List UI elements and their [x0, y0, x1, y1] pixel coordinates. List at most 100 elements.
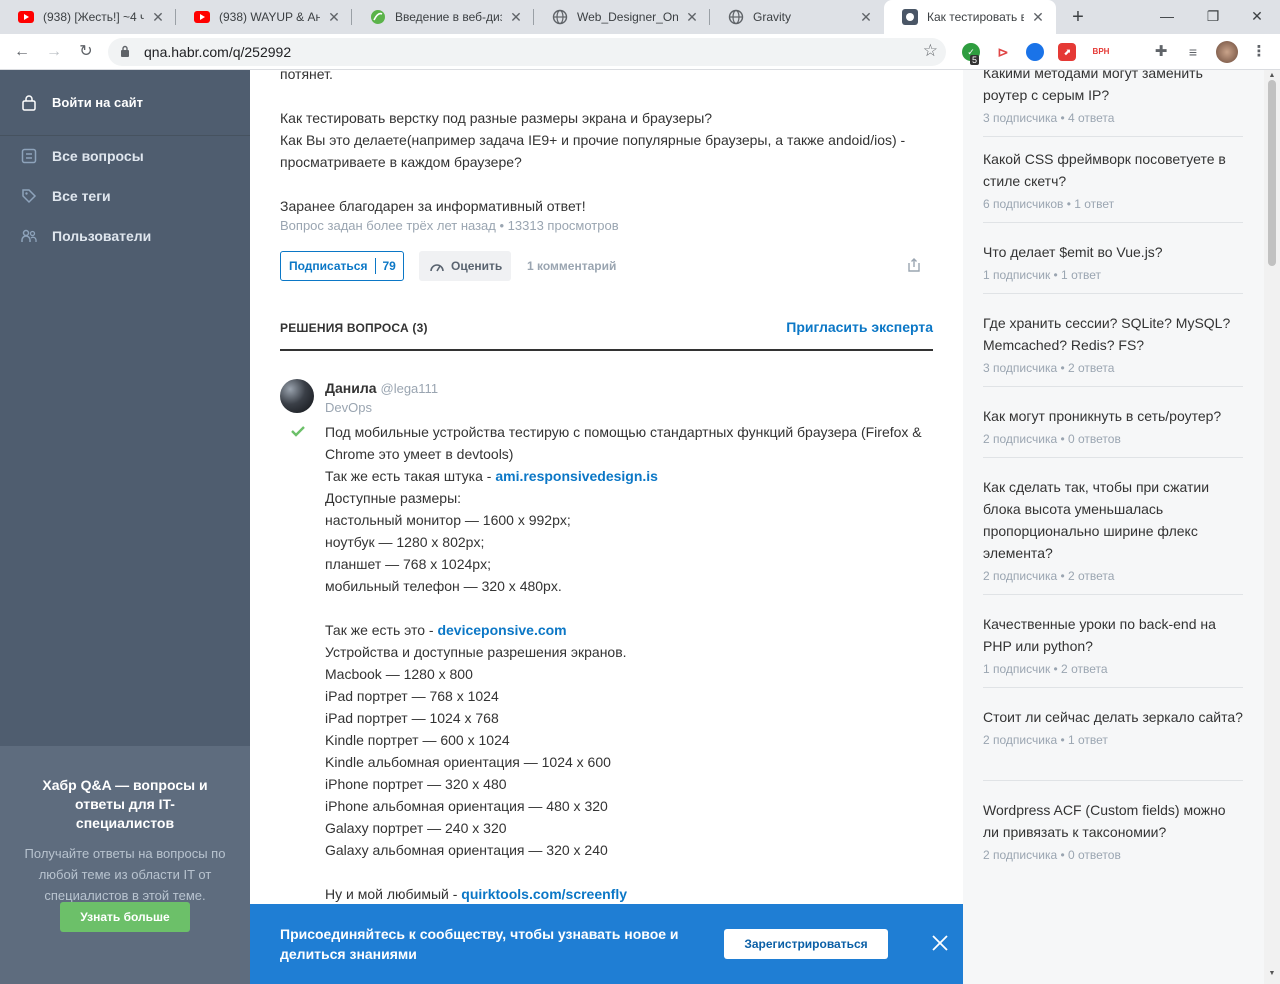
author-nick[interactable]: @lega111	[381, 381, 439, 396]
view-count: 13313 просмотров	[507, 218, 619, 233]
lock-icon	[120, 45, 132, 60]
learn-more-button[interactable]: Узнать больше	[60, 902, 190, 932]
tab-youtube-2[interactable]: (938) WAYUP & Анд ✕	[176, 0, 352, 34]
answer-line-text: планшет — 768 x 1024px;	[325, 556, 491, 572]
author-name[interactable]: Данила	[325, 380, 377, 396]
close-tab-icon[interactable]: ✕	[326, 9, 342, 26]
new-tab-button[interactable]: +	[1066, 6, 1090, 28]
scroll-up-icon[interactable]: ▲	[1268, 72, 1276, 79]
question-text-line: Как Вы это делаете(например задача IE9+ …	[280, 132, 906, 148]
close-tab-icon[interactable]: ✕	[684, 9, 700, 26]
minimize-icon[interactable]: —	[1144, 0, 1190, 34]
answer-line: Так же есть такая штука - ami.responsive…	[325, 465, 945, 487]
tab-web-designer[interactable]: Web_Designer_On_M ✕	[534, 0, 710, 34]
tab-webdesign[interactable]: Введение в веб-диз ✕	[352, 0, 534, 34]
reading-list-icon[interactable]: ≡	[1184, 43, 1202, 61]
author-line: Данила @lega111	[325, 380, 438, 396]
sidebar-item-tags[interactable]: Все теги	[0, 176, 250, 216]
related-question-title[interactable]: Какой CSS фреймворк посоветуете в стиле …	[983, 148, 1243, 192]
related-question[interactable]: Где хранить сессии? SQLite? MySQL? Memca…	[983, 312, 1243, 375]
cast-extension-icon[interactable]: ⊳	[994, 43, 1012, 61]
related-question-title[interactable]: Wordpress ACF (Custom fields) можно ли п…	[983, 799, 1243, 843]
url-text: qna.habr.com/q/252992	[144, 44, 292, 60]
page-scrollbar[interactable]: ▲ ▼	[1264, 70, 1280, 984]
related-question[interactable]: Стоит ли сейчас делать зеркало сайта? 2 п…	[983, 706, 1243, 747]
related-question[interactable]: Какой CSS фреймворк посоветуете в стиле …	[983, 148, 1243, 211]
red-extension-icon[interactable]: ⬈	[1058, 43, 1076, 61]
related-question-title[interactable]: Как могут проникнуть в сеть/роутер?	[983, 405, 1243, 427]
tab-gravity[interactable]: Gravity ✕	[710, 0, 884, 34]
answer-line-text: Galaxy альбомная ориентация — 320 x 240	[325, 842, 608, 858]
answer-line-text: настольный монитор — 1600 x 992px;	[325, 512, 571, 528]
answer-link[interactable]: deviceponsive.com	[437, 622, 566, 638]
close-tab-icon[interactable]: ✕	[858, 9, 874, 26]
forward-icon[interactable]: →	[42, 40, 66, 64]
related-question-title[interactable]: Где хранить сессии? SQLite? MySQL? Memca…	[983, 312, 1243, 356]
restore-icon[interactable]: ❐	[1190, 0, 1236, 34]
answer-link[interactable]: quirktools.com/screenfly	[461, 886, 627, 902]
sidebar-item-label: Пользователи	[52, 228, 152, 244]
answer-line-text: Chrome это умеет в devtools)	[325, 446, 514, 462]
rate-button[interactable]: Оценить	[419, 251, 511, 281]
close-tab-icon[interactable]: ✕	[150, 9, 166, 26]
tag-icon	[20, 187, 38, 205]
answer-line: ноутбук — 1280 x 802px;	[325, 531, 945, 553]
answer-line-text: мобильный телефон — 320 x 480px.	[325, 578, 562, 594]
menu-kebab-icon[interactable]: ⋮	[1250, 43, 1268, 61]
vpn-extension-icon[interactable]: ВРН	[1088, 43, 1114, 61]
tab-title: Введение в веб-диз	[395, 10, 502, 24]
related-question-title[interactable]: Как сделать так, чтобы при сжатии блока …	[983, 476, 1243, 564]
related-question[interactable]: Как могут проникнуть в сеть/роутер? 2 под…	[983, 405, 1243, 446]
answer-line: Устройства и доступные разрешения экрано…	[325, 641, 945, 663]
globe-icon	[552, 9, 568, 25]
solutions-heading: РЕШЕНИЯ ВОПРОСА (3)	[280, 321, 428, 335]
sidebar-item-label: Все вопросы	[52, 148, 144, 164]
close-icon[interactable]	[931, 934, 949, 952]
close-tab-icon[interactable]: ✕	[508, 9, 524, 26]
related-question[interactable]: Что делает $emit во Vue.js? 1 подписчик •…	[983, 241, 1243, 282]
tab-youtube-1[interactable]: (938) [Жесть!] ~4 ча ✕	[0, 0, 176, 34]
tab-active-habr[interactable]: Как тестировать вер ✕	[884, 0, 1056, 34]
habr-icon	[902, 9, 918, 25]
answer-line: Macbook — 1280 x 800	[325, 663, 945, 685]
reload-icon[interactable]: ↻	[74, 40, 98, 64]
tab-title: Web_Designer_On_M	[577, 10, 678, 24]
related-question[interactable]: Какими методами могут заменить роутер с …	[983, 70, 1243, 125]
scrollbar-thumb[interactable]	[1268, 80, 1276, 266]
login-link[interactable]: Войти на сайт	[0, 70, 250, 136]
related-question-title[interactable]: Какими методами могут заменить роутер с …	[983, 70, 1243, 106]
puzzle-extensions-icon[interactable]: ✚	[1152, 43, 1170, 61]
blue-circle-extension-icon[interactable]	[1026, 43, 1044, 61]
sidebar-item-users[interactable]: Пользователи	[0, 216, 250, 256]
subscribe-button[interactable]: Подписаться 79	[280, 251, 404, 281]
comments-link[interactable]: 1 комментарий	[527, 259, 616, 273]
share-icon[interactable]	[906, 257, 922, 273]
rate-label: Оценить	[451, 259, 503, 273]
promo-title: Хабр Q&A — вопросы и ответы для IT-специ…	[42, 777, 208, 831]
close-tab-icon[interactable]: ✕	[1030, 9, 1046, 26]
sidebar-item-label: Все теги	[52, 188, 111, 204]
related-question-title[interactable]: Стоит ли сейчас делать зеркало сайта?	[983, 706, 1243, 728]
answer-link[interactable]: ami.responsivedesign.is	[495, 468, 658, 484]
address-bar[interactable]: qna.habr.com/q/252992 ☆	[108, 38, 946, 66]
close-window-icon[interactable]: ✕	[1234, 0, 1280, 34]
related-question[interactable]: Как сделать так, чтобы при сжатии блока …	[983, 476, 1243, 583]
related-question[interactable]: Качественные уроки по back-end на PHP ил…	[983, 613, 1243, 676]
back-icon[interactable]: ←	[10, 40, 34, 64]
sidebar-item-questions[interactable]: Все вопросы	[0, 136, 250, 176]
related-question[interactable]: Wordpress ACF (Custom fields) можно ли п…	[983, 799, 1243, 862]
leaf-icon	[370, 9, 386, 25]
answer-line: iPad портрет — 768 x 1024	[325, 685, 945, 707]
answer-line: Galaxy портрет — 240 x 320	[325, 817, 945, 839]
answer-line: мобильный телефон — 320 x 480px.	[325, 575, 945, 597]
related-question-title[interactable]: Качественные уроки по back-end на PHP ил…	[983, 613, 1243, 657]
scroll-down-icon[interactable]: ▼	[1268, 970, 1276, 977]
invite-expert-link[interactable]: Пригласить эксперта	[786, 319, 933, 335]
divider	[983, 687, 1243, 688]
profile-avatar[interactable]	[1216, 41, 1238, 63]
related-question-title[interactable]: Что делает $emit во Vue.js?	[983, 241, 1243, 263]
question-text-line: потянет.	[280, 70, 333, 82]
register-button[interactable]: Зарегистрироваться	[724, 929, 888, 959]
bookmark-star-icon[interactable]: ☆	[923, 41, 938, 61]
author-avatar[interactable]	[280, 379, 314, 413]
